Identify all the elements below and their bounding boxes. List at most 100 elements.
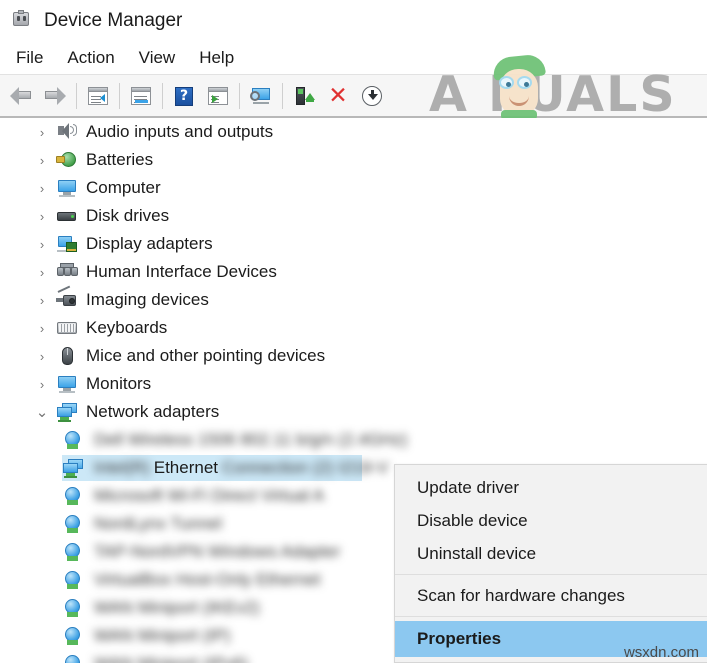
chevron-right-icon[interactable]: › xyxy=(34,342,50,370)
tree-item-mice[interactable]: › Mice and other pointing devices xyxy=(0,342,707,370)
tree-item-network-adapters[interactable]: ⌄ Network adapters xyxy=(0,398,707,426)
chevron-right-icon[interactable]: › xyxy=(34,202,50,230)
list-item[interactable]: Dell Wireless 1506 802.11 b/g/n (2.4GHz) xyxy=(0,426,707,454)
wireless-adapter-icon xyxy=(62,542,84,562)
adapter-name-prefix: Intel(R) xyxy=(94,458,150,477)
toolbar-forward-button[interactable] xyxy=(38,79,72,113)
wireless-adapter-icon xyxy=(62,654,84,663)
chevron-right-icon[interactable]: › xyxy=(34,118,50,146)
adapter-name: TAP-NordVPN Windows Adapter xyxy=(94,542,341,561)
toolbar-separator xyxy=(282,83,283,109)
adapter-name: NordLynx Tunnel xyxy=(94,514,222,533)
toolbar-help-button[interactable]: ? xyxy=(167,79,201,113)
chevron-right-icon[interactable]: › xyxy=(34,258,50,286)
adapter-name: WAN Miniport (IKEv2) xyxy=(94,598,260,617)
tree-item-imaging-devices[interactable]: › Imaging devices xyxy=(0,285,707,314)
toolbar-disable-button[interactable] xyxy=(355,79,389,113)
properties-icon xyxy=(131,87,151,105)
chevron-right-icon[interactable]: › xyxy=(34,230,50,258)
tree-item-label: Computer xyxy=(86,178,161,197)
display-adapter-icon xyxy=(56,234,78,254)
wireless-adapter-icon xyxy=(62,626,84,646)
toolbar-separator xyxy=(76,83,77,109)
scan-for-hardware-changes-icon xyxy=(294,86,315,106)
menu-action[interactable]: Action xyxy=(57,46,124,70)
tree-item-label: Imaging devices xyxy=(86,290,209,309)
ctx-disable-device[interactable]: Disable device xyxy=(395,504,707,537)
chevron-down-icon[interactable]: ⌄ xyxy=(34,398,50,426)
computer-monitor-icon xyxy=(56,178,78,198)
disk-drive-icon xyxy=(56,206,78,226)
tree-item-label: Disk drives xyxy=(86,206,170,225)
ctx-scan-hardware[interactable]: Scan for hardware changes xyxy=(395,579,707,612)
adapter-name: Dell Wireless 1506 802.11 b/g/n (2.4GHz) xyxy=(94,430,408,449)
wsxdn-watermark: wsxdn.com xyxy=(623,644,699,661)
toolbar-back-button[interactable] xyxy=(4,79,38,113)
battery-icon xyxy=(56,150,78,170)
adapter-name-ethernet: Ethernet xyxy=(153,458,218,477)
hid-gamepad-icon xyxy=(56,262,78,282)
context-menu-separator xyxy=(395,616,707,617)
menu-view[interactable]: View xyxy=(129,46,186,70)
tree-item-label: Monitors xyxy=(86,374,152,393)
adapter-name: WAN Miniport (IP) xyxy=(94,626,231,645)
menu-help[interactable]: Help xyxy=(189,46,244,70)
toolbar-console-tree-button[interactable] xyxy=(81,79,115,113)
tree-item-computer[interactable]: › Computer xyxy=(0,174,707,202)
tree-item-label: Batteries xyxy=(86,150,154,169)
ctx-uninstall-device[interactable]: Uninstall device xyxy=(395,537,707,570)
chevron-right-icon[interactable]: › xyxy=(34,370,50,398)
window-title: Device Manager xyxy=(44,10,183,31)
context-menu-separator xyxy=(395,574,707,575)
toolbar-separator xyxy=(119,83,120,109)
adapter-name: Microsoft Wi-Fi Direct Virtual A xyxy=(94,486,325,505)
network-adapter-icon xyxy=(62,458,84,478)
chevron-right-icon[interactable]: › xyxy=(34,146,50,174)
chevron-right-icon[interactable]: › xyxy=(34,286,50,314)
update-driver-icon xyxy=(250,87,272,106)
forward-arrow-icon xyxy=(44,87,66,105)
tree-item-label: Keyboards xyxy=(86,318,168,337)
device-plug-icon xyxy=(10,10,32,32)
menu-file[interactable]: File xyxy=(6,46,53,70)
tree-item-monitors[interactable]: › Monitors xyxy=(0,370,707,398)
show-hide-console-tree-icon xyxy=(88,87,108,105)
tree-item-keyboards[interactable]: › Keyboards xyxy=(0,314,707,342)
toolbar-properties-button[interactable] xyxy=(124,79,158,113)
show-hide-action-pane-icon xyxy=(208,87,228,105)
mouse-icon xyxy=(56,346,78,366)
adapter-name: WAN Miniport (IPv6) xyxy=(94,654,248,663)
wireless-adapter-icon xyxy=(62,598,84,618)
title-bar: Device Manager xyxy=(0,0,707,42)
wireless-adapter-icon xyxy=(62,430,84,450)
toolbar-update-driver-button[interactable] xyxy=(244,79,278,113)
context-menu[interactable]: Update driver Disable device Uninstall d… xyxy=(394,464,707,663)
menu-bar: File Action View Help xyxy=(0,42,707,74)
speaker-icon xyxy=(56,122,78,142)
device-manager-window: Device Manager File Action View Help ? ✕… xyxy=(0,0,707,663)
help-icon: ? xyxy=(175,86,193,106)
tree-item-label: Human Interface Devices xyxy=(86,262,277,281)
toolbar-scan-button[interactable] xyxy=(287,79,321,113)
chevron-right-icon[interactable]: › xyxy=(34,174,50,202)
back-arrow-icon xyxy=(10,87,32,105)
toolbar-separator xyxy=(162,83,163,109)
adapter-name-suffix: Connection (2) I219-V xyxy=(222,458,389,477)
camera-icon xyxy=(56,285,78,310)
chevron-right-icon[interactable]: › xyxy=(34,314,50,342)
tree-item-display-adapters[interactable]: › Display adapters xyxy=(0,230,707,258)
tree-item-hid[interactable]: › Human Interface Devices xyxy=(0,258,707,286)
tree-item-audio[interactable]: › Audio inputs and outputs xyxy=(0,118,707,146)
wireless-adapter-icon xyxy=(62,486,84,506)
tree-item-disk-drives[interactable]: › Disk drives xyxy=(0,202,707,230)
tree-item-label: Audio inputs and outputs xyxy=(86,122,274,141)
tree-item-label: Display adapters xyxy=(86,234,213,253)
toolbar: ? ✕ xyxy=(0,74,707,117)
monitor-icon xyxy=(56,374,78,394)
toolbar-action-pane-button[interactable] xyxy=(201,79,235,113)
toolbar-uninstall-button[interactable]: ✕ xyxy=(321,79,355,113)
ctx-update-driver[interactable]: Update driver xyxy=(395,471,707,504)
tree-item-batteries[interactable]: › Batteries xyxy=(0,146,707,174)
wireless-adapter-icon xyxy=(62,570,84,590)
adapter-name: Intel(R) Ethernet Connection (2) I219-V xyxy=(94,458,388,478)
